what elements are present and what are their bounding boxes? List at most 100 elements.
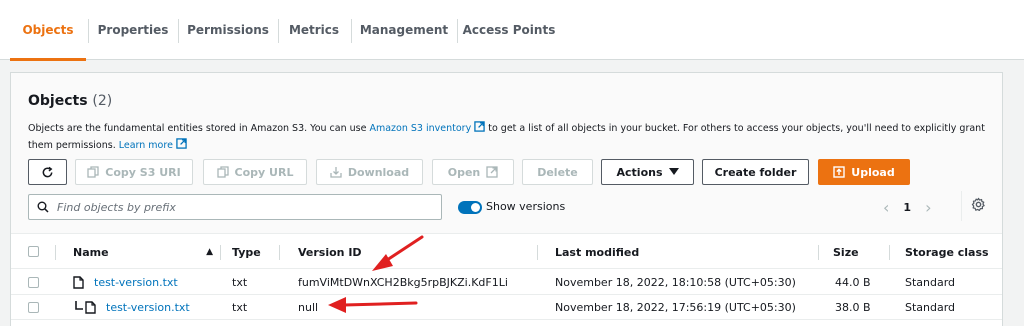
search-placeholder: Find objects by prefix [57, 200, 176, 214]
table-header: Name ▲ Type Version ID Last modified Siz… [11, 235, 1002, 269]
external-link-icon [176, 138, 187, 149]
upload-icon [833, 166, 845, 178]
tab-access-points-label: Access Points [462, 23, 556, 37]
s3-inventory-link[interactable]: Amazon S3 inventory [369, 121, 485, 134]
object-name-link[interactable]: test-version.txt [94, 270, 178, 295]
delete-button[interactable]: Delete [522, 159, 593, 185]
caret-down-icon [668, 168, 679, 175]
tab-divider [88, 19, 89, 43]
table-row[interactable]: test-version.txt txt fumViMtDWnXCH2Bkg5r… [11, 270, 1002, 295]
column-divider [220, 245, 221, 260]
chevron-left-icon[interactable]: ‹ [883, 198, 889, 217]
external-link-icon [486, 166, 498, 178]
column-size-label: Size [833, 245, 859, 259]
tab-objects[interactable]: Objects [10, 0, 86, 61]
tab-management-label: Management [359, 23, 449, 37]
tab-divider [278, 19, 279, 43]
file-icon [73, 276, 84, 289]
download-label: Download [347, 165, 410, 179]
column-divider [279, 245, 280, 260]
object-name-link[interactable]: test-version.txt [106, 295, 190, 320]
storage-class: Standard [905, 301, 956, 314]
row-checkbox[interactable] [28, 302, 39, 313]
copy-icon [216, 166, 229, 178]
tab-permissions[interactable]: Permissions [180, 0, 276, 60]
show-versions-label: Show versions [486, 200, 566, 213]
pager-divider [961, 191, 962, 221]
tab-divider [178, 19, 179, 43]
object-type: txt [232, 301, 248, 314]
object-size: 44.0 B [835, 276, 871, 289]
version-id: null [298, 301, 319, 314]
column-last-modified-label: Last modified [555, 245, 640, 259]
column-divider [889, 245, 890, 260]
column-size[interactable]: Size [833, 235, 859, 269]
objects-description: Objects are the fundamental entities sto… [28, 120, 988, 154]
column-version-id[interactable]: Version ID [298, 235, 362, 269]
tab-metrics[interactable]: Metrics [280, 0, 348, 60]
s3-inventory-link-label: Amazon S3 inventory [369, 123, 472, 134]
copy-url-button[interactable]: Copy URL [203, 159, 307, 185]
refresh-icon [42, 166, 53, 177]
column-divider [537, 245, 538, 260]
version-branch-icon [75, 301, 83, 310]
file-icon [85, 301, 96, 314]
create-folder-label: Create folder [714, 165, 797, 179]
objects-panel-header: Objects (2) Objects are the fundamental … [11, 73, 1002, 234]
select-all-checkbox[interactable] [28, 246, 39, 257]
open-label: Open [447, 165, 481, 179]
column-type[interactable]: Type [232, 235, 261, 269]
external-link-icon [474, 121, 485, 132]
last-modified: November 18, 2022, 17:56:19 (UTC+05:30) [555, 301, 796, 314]
upload-label: Upload [851, 165, 895, 179]
chevron-right-icon[interactable]: › [925, 198, 931, 217]
objects-title-text: Objects [28, 93, 88, 109]
download-button[interactable]: Download [316, 159, 423, 185]
desc-text-1: Objects are the fundamental entities sto… [28, 123, 370, 134]
tab-divider [351, 19, 352, 43]
objects-panel: Objects (2) Objects are the fundamental … [10, 72, 1003, 326]
column-version-id-label: Version ID [298, 245, 362, 259]
column-last-modified[interactable]: Last modified [555, 235, 639, 269]
copy-s3-uri-label: Copy S3 URI [105, 165, 181, 179]
learn-more-link[interactable]: Learn more [119, 138, 187, 151]
tab-properties[interactable]: Properties [90, 0, 176, 60]
column-name[interactable]: Name ▲ [73, 235, 213, 269]
search-icon [37, 201, 49, 213]
create-folder-button[interactable]: Create folder [702, 159, 809, 185]
tab-management[interactable]: Management [353, 0, 455, 60]
delete-label: Delete [537, 165, 578, 179]
table-row[interactable]: test-version.txt txt null November 18, 2… [11, 295, 1002, 320]
objects-title: Objects (2) [28, 93, 112, 109]
version-id: fumViMtDWnXCH2Bkg5rpBJKZi.KdF1Li [298, 276, 508, 289]
gear-icon[interactable] [971, 197, 986, 212]
column-name-label: Name [73, 245, 109, 259]
copy-icon [87, 166, 99, 178]
show-versions-toggle[interactable] [458, 201, 482, 214]
tab-access-points[interactable]: Access Points [459, 0, 559, 60]
row-checkbox[interactable] [28, 277, 39, 288]
storage-class: Standard [905, 276, 956, 289]
search-input[interactable]: Find objects by prefix [28, 194, 442, 220]
tab-permissions-label: Permissions [187, 23, 269, 37]
object-size: 38.0 B [835, 301, 871, 314]
sort-ascending-icon: ▲ [206, 247, 213, 257]
copy-url-label: Copy URL [234, 165, 294, 179]
objects-count: (2) [92, 93, 113, 109]
column-divider [818, 245, 819, 260]
column-storage-class-label: Storage class [905, 245, 989, 259]
actions-dropdown[interactable]: Actions [601, 159, 694, 185]
tab-objects-label: Objects [22, 23, 74, 37]
refresh-button[interactable] [28, 159, 67, 185]
object-type: txt [232, 276, 248, 289]
current-page[interactable]: 1 [903, 201, 911, 214]
pagination: ‹ 1 › [883, 195, 931, 219]
column-type-label: Type [232, 245, 261, 259]
open-button[interactable]: Open [432, 159, 514, 185]
tab-properties-label: Properties [97, 23, 169, 37]
column-storage-class[interactable]: Storage class [905, 235, 989, 269]
upload-button[interactable]: Upload [818, 159, 910, 185]
copy-s3-uri-button[interactable]: Copy S3 URI [75, 159, 193, 185]
tab-metrics-label: Metrics [288, 23, 340, 37]
tab-divider [457, 19, 458, 43]
